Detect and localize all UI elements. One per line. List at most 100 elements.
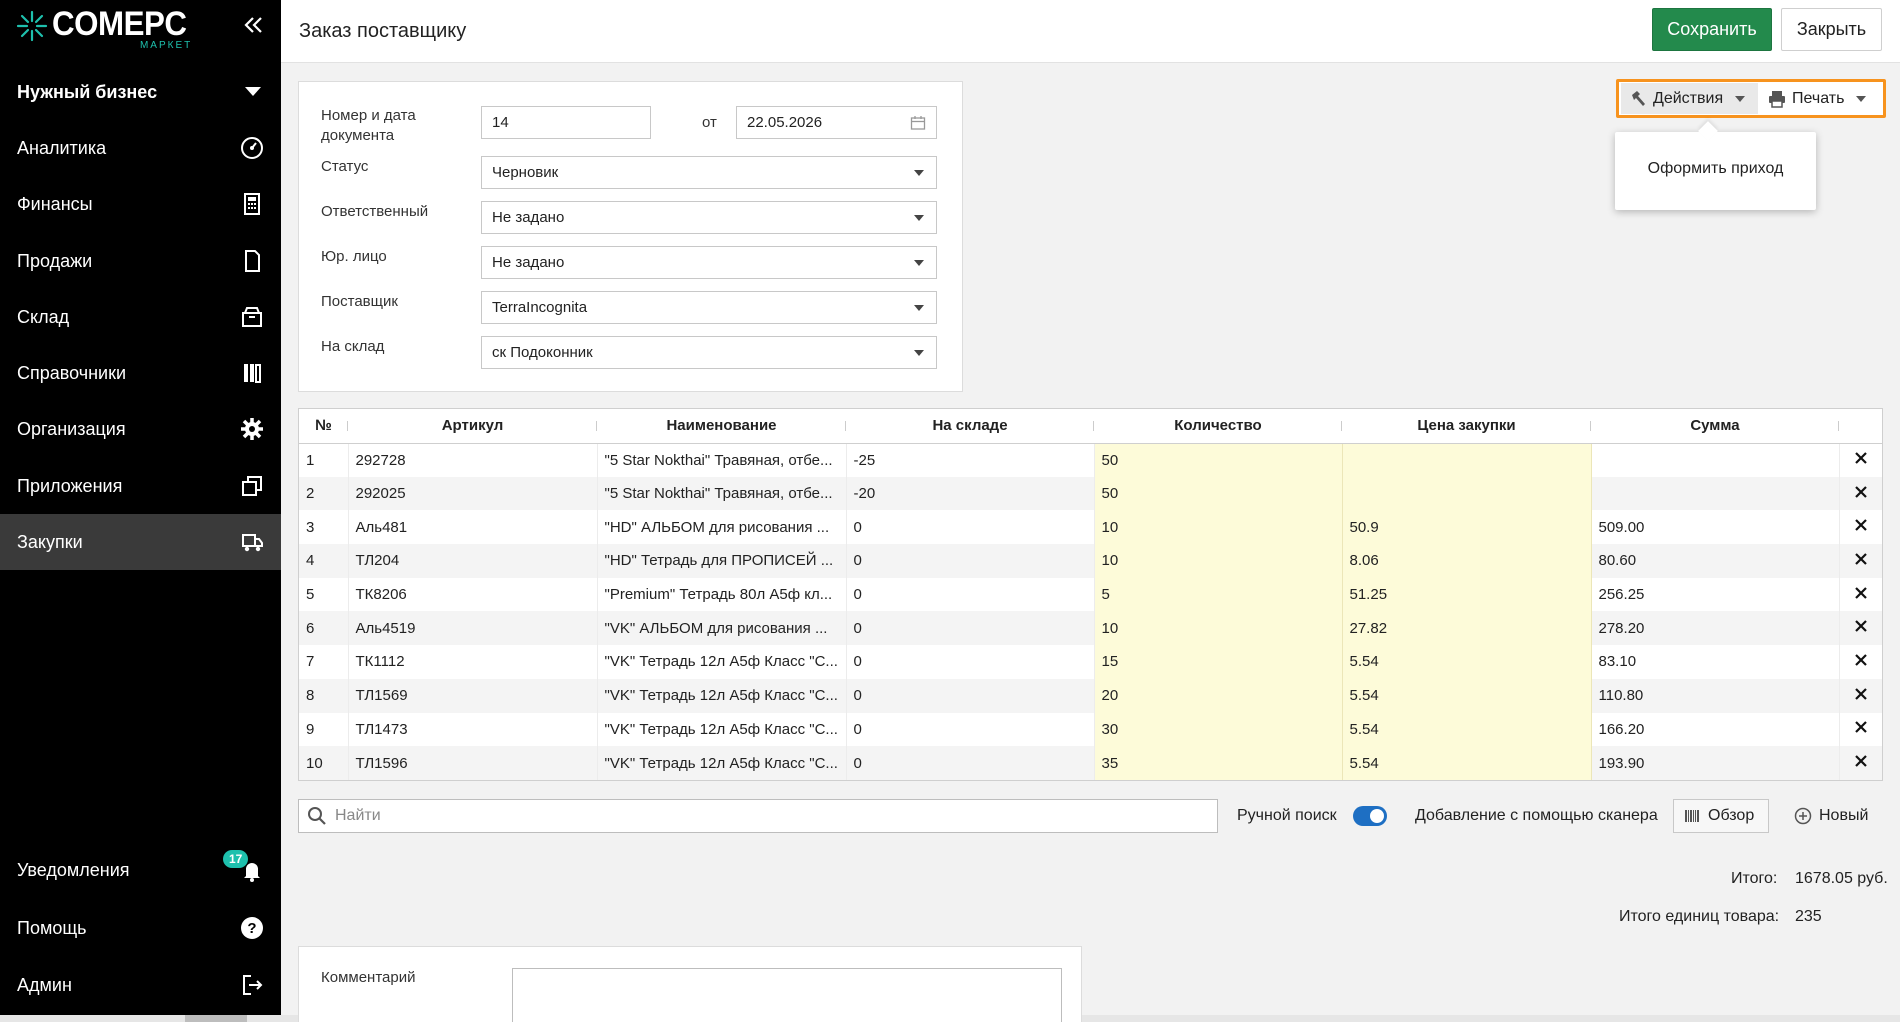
comment-section: Комментарий <box>298 946 1082 1022</box>
sidebar-item-directories[interactable]: Справочники <box>0 345 281 401</box>
delete-row-cell[interactable] <box>1839 611 1882 646</box>
table-row[interactable]: 2 292025 "5 Star Nokthai" Травяная, отбе..… <box>299 476 1882 511</box>
close-icon[interactable] <box>1854 451 1868 465</box>
delete-row-cell[interactable] <box>1839 645 1882 679</box>
search-input[interactable]: Найти <box>298 799 1218 833</box>
price-cell[interactable] <box>1342 476 1592 511</box>
column-header[interactable]: На складе <box>846 409 1094 444</box>
table-row[interactable]: 10 ТЛ1596 "VK" Тетрадь 12л А5ф Класс "С...… <box>299 746 1882 780</box>
column-header[interactable]: Наименование <box>597 409 846 444</box>
table-row[interactable]: 7 ТК1112 "VK" Тетрадь 12л А5ф Класс "С... 0… <box>299 645 1882 679</box>
menu-item-receive[interactable]: Оформить приход <box>1615 160 1816 178</box>
responsible-select[interactable]: Не задано <box>481 201 937 234</box>
close-icon[interactable] <box>1854 586 1868 600</box>
table-row[interactable]: 3 Аль481 "HD" АЛЬБОМ для рисования ... 0 10 5… <box>299 510 1882 545</box>
sidebar-item-warehouse[interactable]: Склад <box>0 289 281 345</box>
price-cell[interactable] <box>1342 443 1592 477</box>
print-button[interactable]: Печать <box>1760 83 1880 114</box>
sidebar-item-purchases[interactable]: Закупки <box>0 514 281 570</box>
price-cell[interactable]: 50.9 <box>1342 510 1592 545</box>
close-icon[interactable] <box>1854 754 1868 768</box>
supplier-select[interactable]: TerraIncognita <box>481 291 937 324</box>
column-header[interactable]: Сумма <box>1591 409 1839 444</box>
quantity-cell[interactable]: 35 <box>1094 746 1343 780</box>
notifications-badge: 17 <box>223 850 249 868</box>
help-icon: ? <box>241 917 263 939</box>
price-cell[interactable]: 5.54 <box>1342 645 1592 679</box>
delete-row-cell[interactable] <box>1839 678 1882 713</box>
table-row[interactable]: 4 ТЛ204 "HD" Тетрадь для ПРОПИСЕЙ ... 0 10 8.… <box>299 544 1882 578</box>
scrollbar-thumb[interactable] <box>185 1015 247 1022</box>
close-icon[interactable] <box>1854 653 1868 667</box>
comment-textarea[interactable] <box>512 968 1062 1022</box>
price-cell[interactable]: 5.54 <box>1342 746 1592 780</box>
price-cell[interactable]: 51.25 <box>1342 577 1592 612</box>
sum-cell: 256.25 <box>1591 577 1840 612</box>
quantity-cell[interactable]: 30 <box>1094 712 1343 747</box>
article-cell: ТЛ1596 <box>348 746 598 780</box>
sidebar-item-apps[interactable]: Приложения <box>0 458 281 514</box>
delete-row-cell[interactable] <box>1839 510 1882 544</box>
sidebar-item-analytics[interactable]: Аналитика <box>0 120 281 176</box>
table-row[interactable]: 9 ТЛ1473 "VK" Тетрадь 12л А5ф Класс "С... 0… <box>299 712 1882 747</box>
sidebar-item-finance[interactable]: Финансы <box>0 176 281 232</box>
close-icon[interactable] <box>1854 485 1868 499</box>
sidebar-item-organization[interactable]: Организация <box>0 401 281 457</box>
sidebar-item-sales[interactable]: Продажи <box>0 233 281 289</box>
quantity-cell[interactable]: 10 <box>1094 544 1343 578</box>
close-button[interactable]: Закрыть <box>1781 8 1882 51</box>
warehouse-select[interactable]: ск Подоконник <box>481 336 937 369</box>
column-header[interactable]: № <box>299 409 348 444</box>
delete-row-cell[interactable] <box>1839 713 1882 747</box>
table-row[interactable]: 1 292728 "5 Star Nokthai" Травяная, отбе..… <box>299 443 1882 477</box>
column-header[interactable]: Количество <box>1094 409 1342 444</box>
table-row[interactable]: 5 ТК8206 "Premium" Тетрадь 80л А5ф кл... 0 5… <box>299 577 1882 612</box>
quantity-cell[interactable]: 20 <box>1094 678 1343 713</box>
quantity-cell[interactable]: 15 <box>1094 645 1343 679</box>
legal-entity-select[interactable]: Не задано <box>481 246 937 279</box>
stock-cell: 0 <box>846 746 1095 780</box>
price-cell[interactable]: 5.54 <box>1342 678 1592 713</box>
close-icon[interactable] <box>1854 720 1868 734</box>
status-select[interactable]: Черновик <box>481 156 937 189</box>
gear-icon <box>241 418 263 440</box>
column-header[interactable]: Цена закупки <box>1342 409 1591 444</box>
delete-row-cell[interactable] <box>1839 443 1882 477</box>
close-icon[interactable] <box>1854 687 1868 701</box>
quantity-cell[interactable]: 10 <box>1094 611 1343 646</box>
table-row[interactable]: 6 Аль4519 "VK" АЛЬБОМ для рисования ... 0 10… <box>299 611 1882 646</box>
sidebar-item-help[interactable]: Помощь ? <box>0 900 281 956</box>
close-icon[interactable] <box>1854 619 1868 633</box>
calendar-icon[interactable] <box>910 115 926 131</box>
collapse-sidebar-icon[interactable] <box>240 12 266 38</box>
business-selector[interactable]: Нужный бизнес <box>0 70 281 114</box>
price-cell[interactable]: 5.54 <box>1342 712 1592 747</box>
save-button[interactable]: Сохранить <box>1652 8 1772 51</box>
actions-button[interactable]: Действия <box>1621 83 1758 114</box>
quantity-cell[interactable]: 10 <box>1094 510 1343 545</box>
status-value: Черновик <box>492 164 559 181</box>
name-cell: "HD" АЛЬБОМ для рисования ... <box>597 510 847 545</box>
column-header[interactable]: Артикул <box>348 409 597 444</box>
close-icon[interactable] <box>1854 552 1868 566</box>
delete-row-cell[interactable] <box>1839 476 1882 511</box>
sidebar-item-admin[interactable]: Админ <box>0 957 281 1013</box>
quantity-cell[interactable]: 50 <box>1094 476 1343 511</box>
brand-logo[interactable]: COMEPC МАРКЕТ <box>16 6 198 56</box>
delete-row-cell[interactable] <box>1839 746 1882 780</box>
article-cell: 292025 <box>348 476 598 511</box>
quantity-cell[interactable]: 50 <box>1094 443 1343 477</box>
manual-search-toggle[interactable] <box>1353 806 1387 826</box>
doc-date-input[interactable]: 22.05.2026 <box>736 106 937 139</box>
delete-row-cell[interactable] <box>1839 544 1882 578</box>
row-number: 4 <box>299 544 349 578</box>
quantity-cell[interactable]: 5 <box>1094 577 1343 612</box>
price-cell[interactable]: 27.82 <box>1342 611 1592 646</box>
price-cell[interactable]: 8.06 <box>1342 544 1592 578</box>
doc-number-input[interactable]: 14 <box>481 106 651 139</box>
table-row[interactable]: 8 ТЛ1569 "VK" Тетрадь 12л А5ф Класс "С... 0… <box>299 678 1882 713</box>
close-icon[interactable] <box>1854 518 1868 532</box>
delete-row-cell[interactable] <box>1839 578 1882 612</box>
browse-button[interactable]: Обзор <box>1673 799 1769 833</box>
new-item-button[interactable]: Новый <box>1794 799 1884 833</box>
